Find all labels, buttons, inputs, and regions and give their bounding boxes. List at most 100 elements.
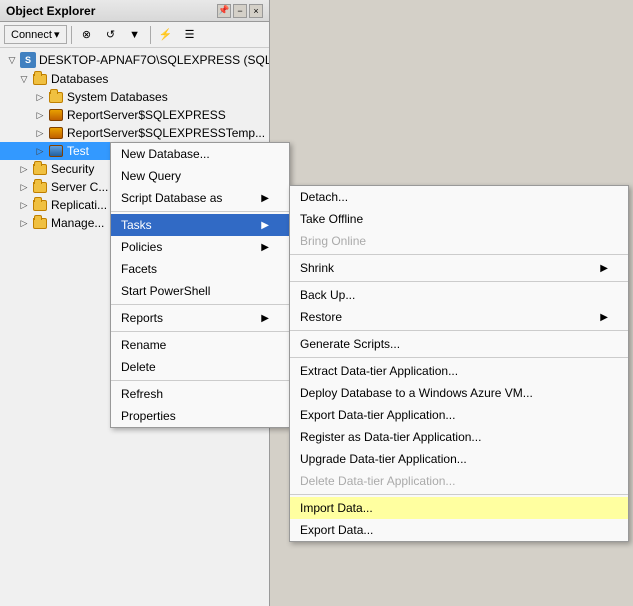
tasks-menu-bring-online[interactable]: Bring Online xyxy=(290,230,628,252)
tasks-menu-import-data[interactable]: Import Data... xyxy=(290,497,628,519)
menu-item-script-database[interactable]: Script Database as ▶ xyxy=(111,187,289,209)
reportserver-node[interactable]: ▷ ReportServer$SQLEXPRESS xyxy=(0,106,269,124)
replication-label: Replicati... xyxy=(51,198,107,212)
object-explorer-titlebar: Object Explorer 📌 − × xyxy=(0,0,269,22)
menu-item-delete[interactable]: Delete xyxy=(111,356,289,378)
menu-item-new-database[interactable]: New Database... xyxy=(111,143,289,165)
management-folder-icon xyxy=(32,215,48,231)
replication-expander[interactable]: ▷ xyxy=(16,197,32,213)
server-expander[interactable]: ▽ xyxy=(4,52,20,68)
tasks-menu-backup[interactable]: Back Up... xyxy=(290,284,628,306)
tasks-menu-export-datatier[interactable]: Export Data-tier Application... xyxy=(290,404,628,426)
script-database-arrow: ▶ xyxy=(261,193,269,204)
reportservertemp-node[interactable]: ▷ ReportServer$SQLEXPRESSTemp... xyxy=(0,124,269,142)
tasks-label-register-datatier: Register as Data-tier Application... xyxy=(300,430,481,444)
close-button[interactable]: × xyxy=(249,4,263,18)
disconnect-button[interactable]: ⊗ xyxy=(76,25,98,45)
tasks-menu-detach[interactable]: Detach... xyxy=(290,186,628,208)
system-databases-node[interactable]: ▷ System Databases xyxy=(0,88,269,106)
test-db-label: Test xyxy=(67,144,89,158)
databases-node[interactable]: ▽ Databases xyxy=(0,70,269,88)
reportserver-db-icon xyxy=(48,107,64,123)
reportservertemp-db-icon xyxy=(48,125,64,141)
menu-item-tasks[interactable]: Tasks ▶ xyxy=(111,214,289,236)
system-databases-expander[interactable]: ▷ xyxy=(32,89,48,105)
server-node[interactable]: ▽ S DESKTOP-APNAF7O\SQLEXPRESS (SQL... xyxy=(0,50,269,70)
policies-arrow: ▶ xyxy=(261,242,269,253)
menu-item-facets[interactable]: Facets xyxy=(111,258,289,280)
refresh-button[interactable]: ↺ xyxy=(100,25,122,45)
server-objects-folder-icon xyxy=(32,179,48,195)
menu-item-new-query[interactable]: New Query xyxy=(111,165,289,187)
server-icon: S xyxy=(20,52,36,68)
menu-label-new-database: New Database... xyxy=(121,147,210,161)
tasks-separator-2 xyxy=(290,281,628,282)
tasks-label-generate-scripts: Generate Scripts... xyxy=(300,337,400,351)
menu-separator-1 xyxy=(111,211,289,212)
tasks-menu-generate-scripts[interactable]: Generate Scripts... xyxy=(290,333,628,355)
context-menu: New Database... New Query Script Databas… xyxy=(110,142,290,428)
tasks-label-deploy-azure: Deploy Database to a Windows Azure VM... xyxy=(300,386,533,400)
tasks-label-upgrade-datatier: Upgrade Data-tier Application... xyxy=(300,452,467,466)
pin-button[interactable]: 📌 xyxy=(217,4,231,18)
menu-item-rename[interactable]: Rename xyxy=(111,334,289,356)
connect-label: Connect xyxy=(11,29,52,41)
tasks-arrow: ▶ xyxy=(261,220,269,231)
toolbar-separator-1 xyxy=(71,26,72,44)
shrink-arrow: ▶ xyxy=(600,263,608,274)
menu-label-delete: Delete xyxy=(121,360,156,374)
toolbar-separator-2 xyxy=(150,26,151,44)
menu-label-facets: Facets xyxy=(121,262,157,276)
tasks-menu-delete-datatier[interactable]: Delete Data-tier Application... xyxy=(290,470,628,492)
tasks-label-extract-datatier: Extract Data-tier Application... xyxy=(300,364,458,378)
tasks-menu-restore[interactable]: Restore ▶ xyxy=(290,306,628,328)
reportservertemp-expander[interactable]: ▷ xyxy=(32,125,48,141)
tasks-label-shrink: Shrink xyxy=(300,261,334,275)
menu-item-policies[interactable]: Policies ▶ xyxy=(111,236,289,258)
menu-item-refresh[interactable]: Refresh xyxy=(111,383,289,405)
menu-item-properties[interactable]: Properties xyxy=(111,405,289,427)
summary-button[interactable]: ☰ xyxy=(179,25,201,45)
reportserver-expander[interactable]: ▷ xyxy=(32,107,48,123)
tasks-separator-3 xyxy=(290,330,628,331)
databases-expander[interactable]: ▽ xyxy=(16,71,32,87)
test-db-expander[interactable]: ▷ xyxy=(32,143,48,159)
menu-item-reports[interactable]: Reports ▶ xyxy=(111,307,289,329)
tasks-label-delete-datatier: Delete Data-tier Application... xyxy=(300,474,455,488)
tasks-label-detach: Detach... xyxy=(300,190,348,204)
tasks-menu-extract-datatier[interactable]: Extract Data-tier Application... xyxy=(290,360,628,382)
server-objects-expander[interactable]: ▷ xyxy=(16,179,32,195)
tasks-menu-register-datatier[interactable]: Register as Data-tier Application... xyxy=(290,426,628,448)
minimize-button[interactable]: − xyxy=(233,4,247,18)
menu-item-start-powershell[interactable]: Start PowerShell xyxy=(111,280,289,302)
restore-arrow: ▶ xyxy=(600,312,608,323)
tasks-menu-upgrade-datatier[interactable]: Upgrade Data-tier Application... xyxy=(290,448,628,470)
tasks-menu-export-data[interactable]: Export Data... xyxy=(290,519,628,541)
databases-folder-icon xyxy=(32,71,48,87)
panel-title: Object Explorer xyxy=(6,4,95,18)
window-controls: 📌 − × xyxy=(217,4,263,18)
tasks-menu-shrink[interactable]: Shrink ▶ xyxy=(290,257,628,279)
tasks-label-export-datatier: Export Data-tier Application... xyxy=(300,408,455,422)
security-expander[interactable]: ▷ xyxy=(16,161,32,177)
tasks-menu-take-offline[interactable]: Take Offline xyxy=(290,208,628,230)
management-expander[interactable]: ▷ xyxy=(16,215,32,231)
connect-button[interactable]: Connect ▾ xyxy=(4,25,67,44)
tasks-label-backup: Back Up... xyxy=(300,288,355,302)
filter-button[interactable]: ▼ xyxy=(124,25,146,45)
tasks-separator-5 xyxy=(290,494,628,495)
management-label: Manage... xyxy=(51,216,104,230)
tasks-label-take-offline: Take Offline xyxy=(300,212,363,226)
menu-label-start-powershell: Start PowerShell xyxy=(121,284,210,298)
tasks-label-bring-online: Bring Online xyxy=(300,234,366,248)
menu-label-properties: Properties xyxy=(121,409,176,423)
menu-label-rename: Rename xyxy=(121,338,166,352)
object-explorer-toolbar: Connect ▾ ⊗ ↺ ▼ ⚡ ☰ xyxy=(0,22,269,48)
tasks-menu-deploy-azure[interactable]: Deploy Database to a Windows Azure VM... xyxy=(290,382,628,404)
menu-separator-3 xyxy=(111,331,289,332)
start-powershell-button[interactable]: ⚡ xyxy=(155,25,177,45)
menu-label-tasks: Tasks xyxy=(121,218,152,232)
tasks-submenu: Detach... Take Offline Bring Online Shri… xyxy=(289,185,629,542)
replication-folder-icon xyxy=(32,197,48,213)
menu-separator-2 xyxy=(111,304,289,305)
